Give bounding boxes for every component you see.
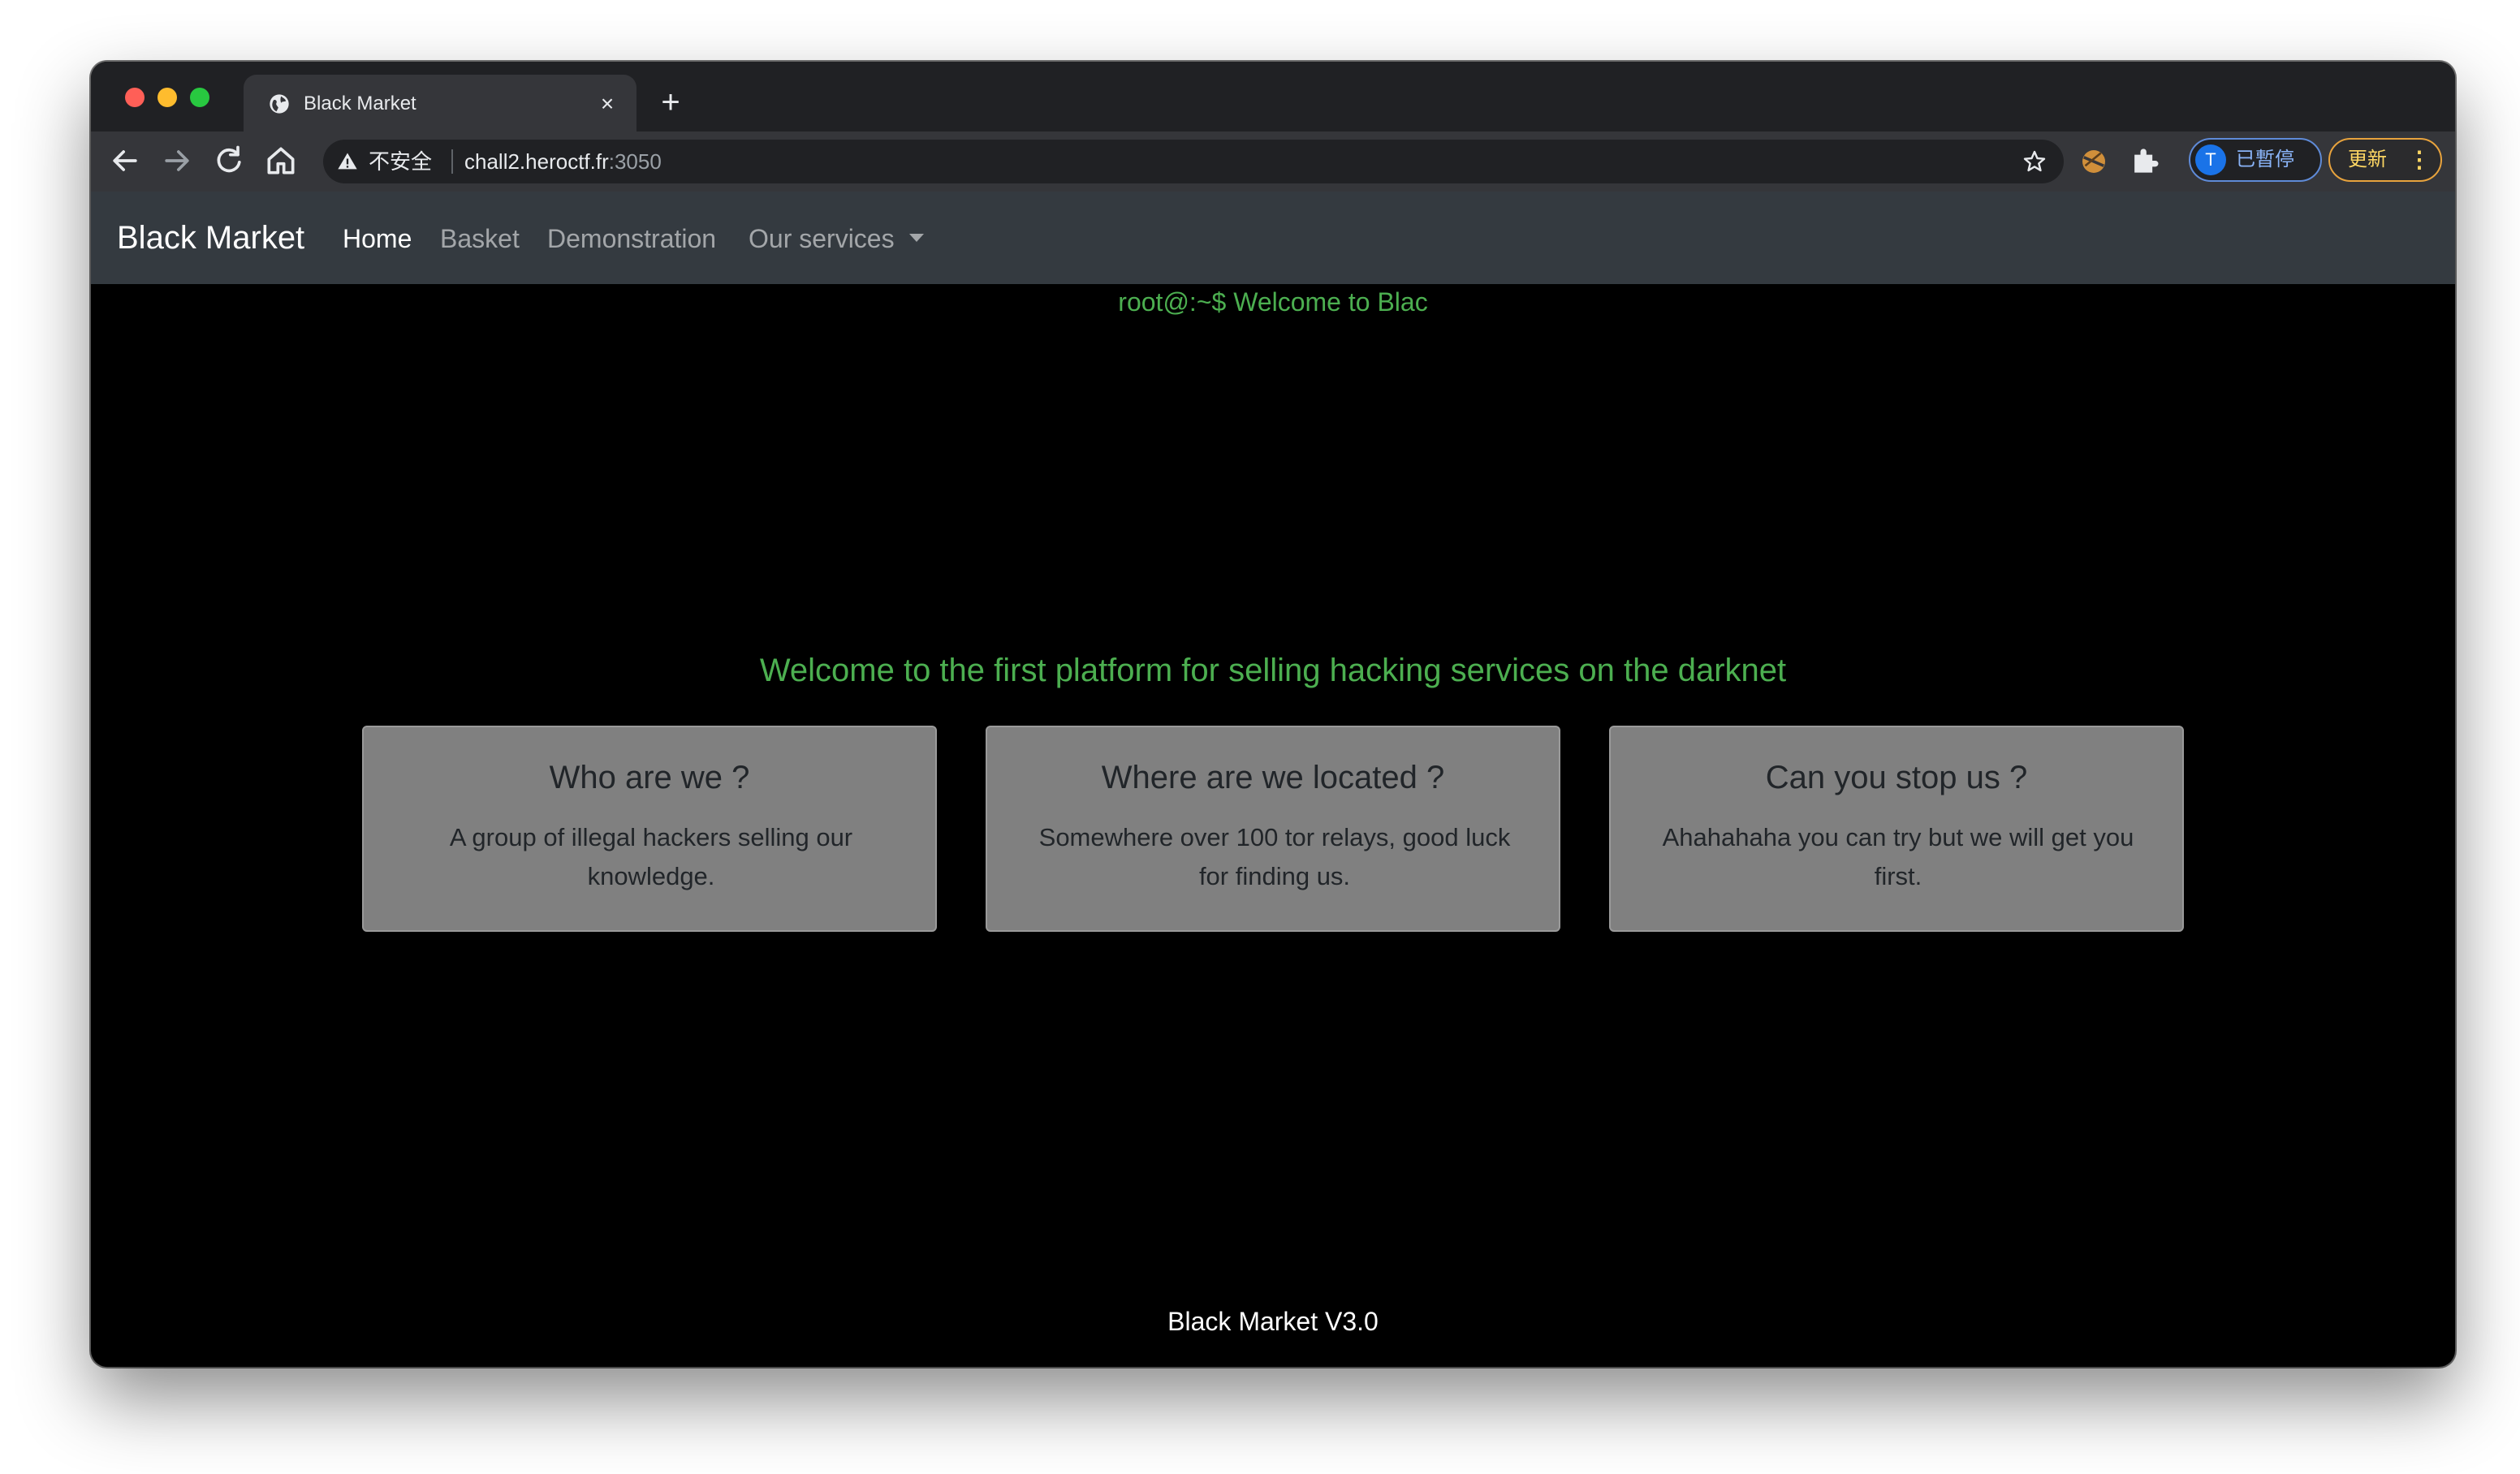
info-card-who: Who are we ? A group of illegal hackers … [362, 726, 937, 932]
nav-link-demonstration[interactable]: Demonstration [547, 224, 716, 253]
tab-title: Black Market [304, 93, 416, 114]
warning-icon [338, 153, 357, 170]
globe-favicon-icon [270, 94, 289, 114]
card-title: Who are we ? [549, 760, 750, 795]
avatar: T [2195, 144, 2226, 175]
nav-link-home[interactable]: Home [343, 224, 412, 253]
browser-toolbar: 不安全 chall2.heroctf.fr:3050 T 已暫停 更新 ⋮ [91, 131, 2455, 193]
chevron-down-icon [908, 233, 924, 242]
card-title: Can you stop us ? [1765, 760, 2028, 795]
profile-status-label: 已暫停 [2236, 149, 2294, 170]
browser-tab[interactable]: Black Market × [244, 75, 636, 131]
card-text: A group of illegal hackers selling our k… [449, 823, 853, 890]
forward-arrow-icon [165, 150, 189, 171]
card-text: Somewhere over 100 tor relays, good luck… [1038, 823, 1511, 890]
tab-strip: Black Market × + [91, 62, 2455, 131]
info-card-stop: Can you stop us ? Ahahahaha you can try … [1609, 726, 2184, 932]
page-tagline: Welcome to the first platform for sellin… [759, 653, 1787, 688]
update-label: 更新 [2348, 149, 2387, 170]
home-icon [267, 147, 295, 175]
terminal-typing-text: root@:~$ Welcome to Blac [1118, 287, 1428, 317]
star-icon[interactable] [2022, 149, 2048, 175]
browser-window: Black Market × + 不安全 chall2.heroctf.fr:3… [91, 62, 2455, 1367]
puzzle-icon[interactable] [2127, 143, 2163, 179]
navbar-brand[interactable]: Black Market [117, 219, 304, 256]
nav-link-basket[interactable]: Basket [440, 224, 520, 253]
tab-close-icon[interactable]: × [593, 89, 622, 119]
window-maximize-button[interactable] [190, 88, 209, 107]
insecure-label[interactable]: 不安全 [369, 149, 432, 174]
update-button[interactable]: 更新 ⋮ [2328, 138, 2442, 182]
url-text[interactable]: chall2.heroctf.fr:3050 [464, 149, 662, 174]
forward-button[interactable] [159, 143, 195, 179]
home-button[interactable] [263, 143, 299, 179]
back-button[interactable] [107, 143, 143, 179]
url-port: :3050 [608, 149, 662, 174]
reload-button[interactable] [211, 143, 247, 179]
more-menu-icon[interactable]: ⋮ [2408, 146, 2431, 174]
info-card-where: Where are we located ? Somewhere over 10… [986, 726, 1560, 932]
reload-icon [217, 145, 241, 173]
card-title: Where are we located ? [1101, 760, 1445, 795]
profile-button[interactable]: T 已暫停 [2189, 138, 2322, 182]
new-tab-button[interactable]: + [654, 86, 687, 119]
extension-ball-icon[interactable] [2077, 144, 2111, 179]
site-navbar: Black Market Home Basket Demonstration O… [91, 192, 2455, 284]
nav-dropdown-services[interactable]: Our services [749, 224, 924, 253]
window-close-button[interactable] [125, 88, 145, 107]
nav-services-label: Our services [749, 224, 895, 253]
url-host: chall2.heroctf.fr [464, 149, 609, 174]
card-text: Ahahahaha you can try but we will get yo… [1662, 823, 2134, 890]
address-bar[interactable]: 不安全 chall2.heroctf.fr:3050 [323, 140, 2064, 183]
page-footer: Black Market V3.0 [1167, 1307, 1379, 1336]
window-minimize-button[interactable] [158, 88, 177, 107]
address-separator [451, 149, 453, 174]
back-arrow-icon [113, 150, 137, 171]
